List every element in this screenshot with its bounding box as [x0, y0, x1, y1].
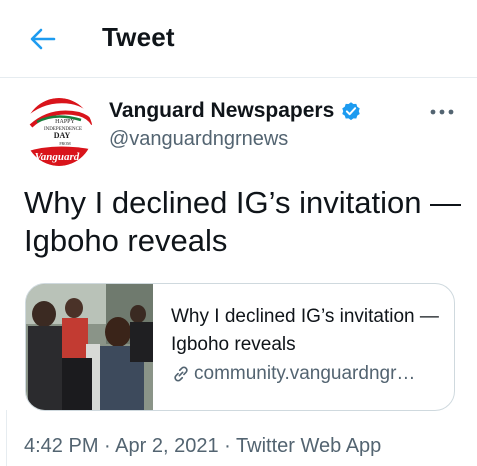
- more-button[interactable]: [425, 100, 459, 124]
- avatar[interactable]: HAPPY INDEPENDENCE DAY FROM Vanguard: [25, 98, 93, 166]
- card-link-text: community.vanguardngr…: [194, 363, 416, 384]
- tweet-text: Why I declined IG’s invitation — Igboho …: [24, 185, 462, 258]
- meta-separator: ·: [224, 435, 231, 457]
- card-body: Why I declined IG’s invitation — Igboho …: [171, 303, 446, 385]
- meta-separator: ·: [104, 435, 111, 457]
- link-card[interactable]: Why I declined IG’s invitation — Igboho …: [25, 283, 455, 411]
- tweet-source[interactable]: Twitter Web App: [236, 435, 381, 457]
- tweet-meta: 4:42 PM · Apr 2, 2021 · Twitter Web App: [24, 435, 381, 458]
- verified-badge-icon: [342, 102, 360, 121]
- card-thumbnail-image: [26, 284, 153, 410]
- svg-text:DAY: DAY: [54, 131, 71, 140]
- tweet-time[interactable]: 4:42 PM: [24, 435, 98, 457]
- arrow-left-icon: [30, 28, 56, 50]
- svg-text:Vanguard: Vanguard: [35, 151, 80, 163]
- tweet-date[interactable]: Apr 2, 2021: [115, 435, 218, 457]
- link-icon: [174, 366, 188, 382]
- svg-text:HAPPY: HAPPY: [55, 119, 75, 125]
- author-name[interactable]: Vanguard Newspapers: [109, 99, 362, 123]
- back-button[interactable]: [26, 22, 60, 56]
- divider: [0, 410, 7, 466]
- card-title: Why I declined IG’s invitation — Igboho …: [171, 306, 439, 355]
- author-name-text: Vanguard Newspapers: [109, 99, 335, 122]
- top-bar: Tweet: [0, 0, 477, 78]
- vanguard-logo-image: HAPPY INDEPENDENCE DAY FROM Vanguard: [25, 98, 93, 166]
- more-dots-icon: [430, 109, 454, 115]
- author-handle[interactable]: @vanguardngrnews: [109, 128, 288, 151]
- svg-text:FROM: FROM: [59, 141, 71, 146]
- card-link[interactable]: community.vanguardngr…: [171, 363, 446, 385]
- page-title: Tweet: [102, 22, 175, 52]
